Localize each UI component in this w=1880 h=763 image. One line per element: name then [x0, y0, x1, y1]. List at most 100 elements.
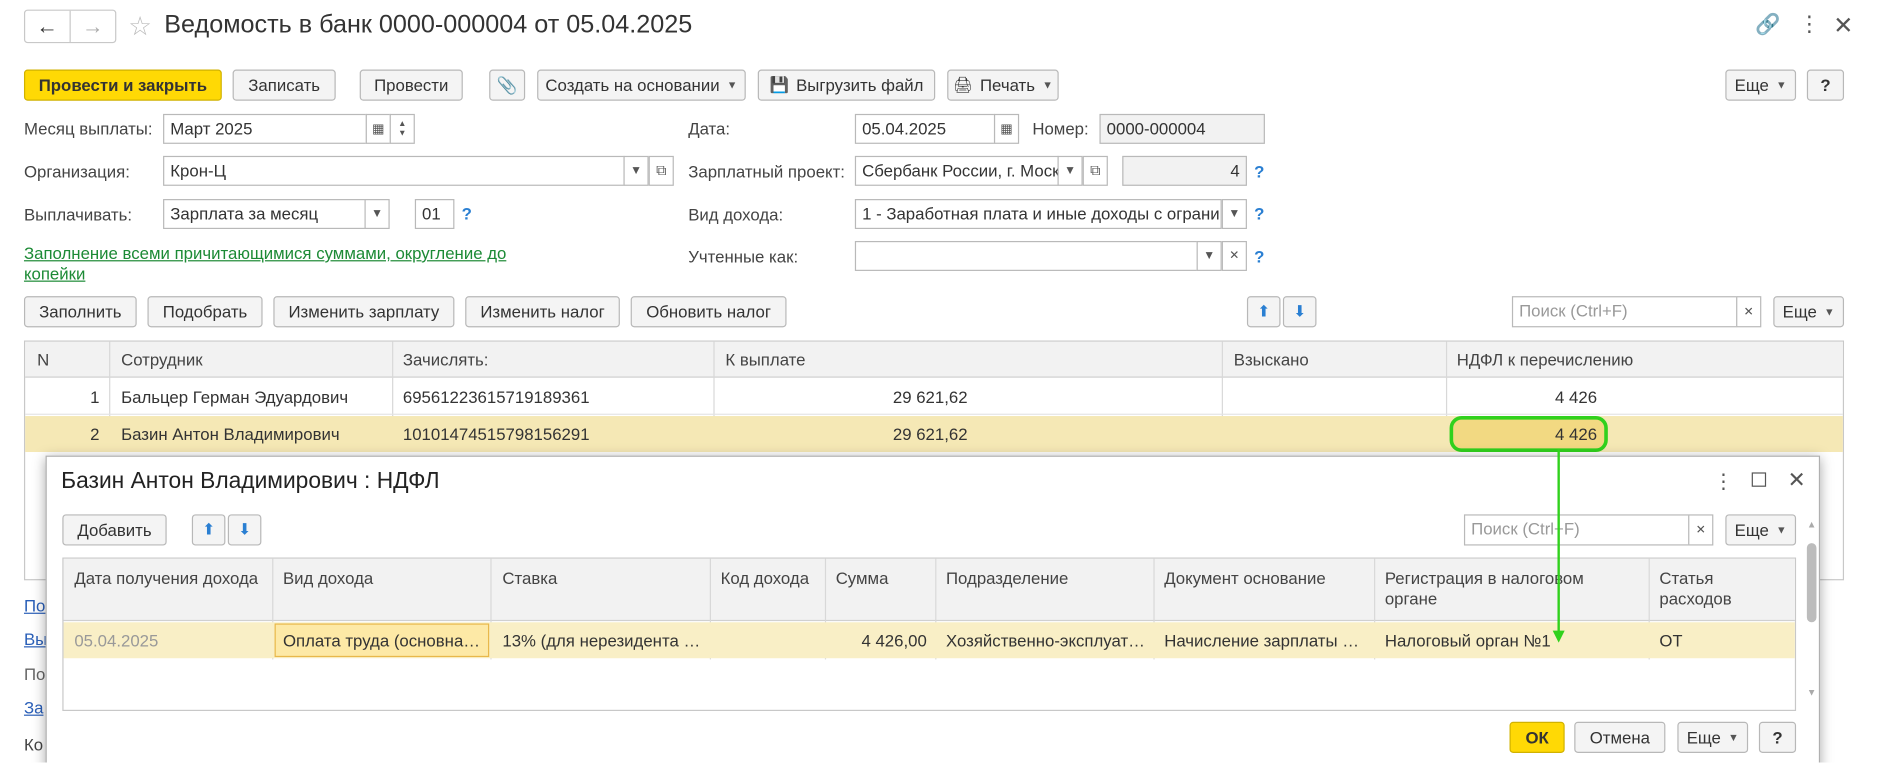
org-field[interactable]: Крон-Ц [163, 155, 625, 186]
income-dropdown[interactable]: ▼ [1221, 199, 1247, 230]
dcol-reg[interactable]: Регистрация в налоговом органе [1385, 568, 1613, 609]
project-open[interactable]: ⧉ [1082, 155, 1108, 186]
scroll-up-icon[interactable]: ▲ [1807, 519, 1816, 530]
printer-icon: 🖨 [953, 75, 973, 94]
dialog-search-input[interactable]: Поиск (Ctrl+F) [1463, 514, 1690, 546]
project-number-field[interactable]: 4 [1122, 155, 1247, 186]
dialog-move-up-button[interactable]: ⬆ [191, 514, 226, 546]
pay-dropdown[interactable]: ▼ [364, 199, 390, 230]
more-vert-icon[interactable]: ⋮ [1713, 470, 1733, 494]
pay-label: Выплачивать: [23, 205, 133, 225]
accounted-label: Учтенные как: [688, 246, 799, 267]
change-tax-button[interactable]: Изменить налог [465, 296, 620, 328]
export-file-button[interactable]: 💾 Выгрузить файл [757, 69, 936, 101]
dcol-doc[interactable]: Документ основание [1164, 568, 1326, 587]
more-button[interactable]: Еще ▼ [1725, 69, 1797, 101]
print-button[interactable]: 🖨 Печать ▼ [947, 69, 1059, 101]
forward-button[interactable]: → [70, 11, 115, 42]
calendar-button[interactable]: ▦ [365, 113, 391, 144]
table-more-button[interactable]: Еще ▼ [1773, 296, 1845, 328]
col-header-recovered[interactable]: Взыскано [1234, 350, 1309, 369]
link-icon[interactable]: 🔗 [1755, 13, 1780, 37]
table-row[interactable]: 1 Бальцер Герман Эдуардович 695612236157… [25, 379, 1843, 415]
open-icon: ⧉ [1090, 161, 1101, 179]
drow-kind: Оплата труда (основна… [282, 630, 481, 650]
left-link-1[interactable]: По [24, 596, 45, 615]
change-salary-button[interactable]: Изменить зарплату [273, 296, 455, 328]
select-button[interactable]: Подобрать [147, 296, 263, 328]
org-open[interactable]: ⧉ [648, 155, 674, 186]
date-calendar-button[interactable]: ▦ [993, 113, 1020, 144]
dcol-rate[interactable]: Ставка [502, 568, 557, 587]
dialog-close-icon[interactable]: ✕ [1788, 468, 1806, 493]
help-icon[interactable]: ? [1254, 204, 1264, 223]
dialog-row-selected[interactable]: 05.04.2025 Оплата труда (основна… 13% (д… [63, 622, 1795, 659]
back-button[interactable]: ← [25, 10, 71, 42]
scroll-down-icon[interactable]: ▼ [1807, 687, 1816, 698]
col-header-n[interactable]: N [37, 350, 49, 369]
fill-button[interactable]: Заполнить [23, 296, 137, 328]
help-button[interactable]: ? [1806, 69, 1845, 101]
table-search-input[interactable]: Поиск (Ctrl+F) [1511, 296, 1738, 328]
scroll-thumb[interactable] [1806, 543, 1817, 623]
maximize-icon[interactable] [1751, 472, 1767, 487]
accounted-dropdown[interactable]: ▼ [1196, 240, 1222, 271]
post-button[interactable]: Провести [359, 69, 463, 101]
dcol-code[interactable]: Код дохода [721, 568, 809, 587]
table-row-selected[interactable]: 2 Базин Антон Владимирович 1010147451579… [25, 416, 1843, 453]
scrollbar[interactable]: ▲ ▼ [1804, 519, 1818, 711]
dialog-more-button[interactable]: Еще ▼ [1725, 514, 1797, 546]
dcol-dept[interactable]: Подразделение [946, 568, 1068, 587]
create-based-button[interactable]: Создать на основании ▼ [537, 69, 746, 101]
left-link-2[interactable]: Вы [24, 629, 47, 648]
month-field[interactable]: Март 2025 [163, 113, 367, 144]
date-field[interactable]: 05.04.2025 [854, 113, 996, 144]
accounted-clear[interactable]: ✕ [1221, 240, 1247, 271]
col-header-pay[interactable]: К выплате [725, 350, 805, 369]
dcol-date[interactable]: Дата получения дохода [74, 568, 266, 587]
dialog-more-bottom-button[interactable]: Еще ▼ [1677, 721, 1749, 753]
help-icon[interactable]: ? [462, 204, 472, 223]
table-search-clear[interactable]: ✕ [1736, 296, 1762, 328]
add-button[interactable]: Добавить [62, 514, 167, 546]
update-tax-button[interactable]: Обновить налог [630, 296, 787, 328]
col-header-ndfl[interactable]: НДФЛ к перечислению [1457, 350, 1633, 369]
project-field[interactable]: Сбербанк России, г. Моск [854, 155, 1059, 186]
drow-date: 05.04.2025 [74, 630, 159, 650]
dialog-search-clear[interactable]: ✕ [1688, 514, 1714, 546]
pay-field[interactable]: Зарплата за месяц [163, 199, 367, 230]
date-label: Дата: [688, 118, 731, 138]
drow-reg: Налоговый орган №1 [1384, 630, 1551, 650]
move-up-button[interactable]: ⬆ [1246, 296, 1281, 328]
dcol-kind[interactable]: Вид дохода [283, 568, 373, 587]
post-and-close-button[interactable]: Провести и закрыть [23, 69, 222, 101]
save-button[interactable]: Записать [232, 69, 336, 101]
dcol-sum[interactable]: Сумма [836, 568, 889, 587]
ok-button[interactable]: ОК [1509, 721, 1565, 753]
fill-link[interactable]: Заполнение всеми причитающимися суммами,… [24, 243, 528, 284]
col-header-account[interactable]: Зачислять: [403, 350, 489, 369]
help-icon[interactable]: ? [1254, 162, 1264, 181]
cancel-button[interactable]: Отмена [1574, 721, 1666, 753]
dialog-help-button[interactable]: ? [1758, 721, 1797, 753]
more-vert-icon[interactable]: ⋮ [1798, 12, 1820, 37]
col-header-employee[interactable]: Сотрудник [121, 350, 203, 369]
row-employee: Бальцер Герман Эдуардович [121, 387, 349, 407]
org-dropdown[interactable]: ▼ [623, 155, 649, 186]
accounted-field[interactable] [854, 240, 1198, 271]
star-icon[interactable]: ☆ [128, 11, 152, 42]
month-stepper[interactable]: ▲ ▼ [389, 113, 415, 144]
number-field[interactable]: 0000-000004 [1099, 113, 1265, 144]
attach-button[interactable]: 📎 [489, 69, 526, 101]
project-dropdown[interactable]: ▼ [1057, 155, 1083, 186]
move-down-button[interactable]: ⬇ [1282, 296, 1317, 328]
pay-code-field[interactable]: 01 [414, 199, 455, 230]
income-field[interactable]: 1 - Заработная плата и иные доходы с огр… [854, 199, 1222, 230]
dcol-article[interactable]: Статья расходов [1659, 568, 1779, 609]
dialog-move-down-button[interactable]: ⬇ [227, 514, 262, 546]
close-icon[interactable]: ✕ [1833, 11, 1853, 41]
arrow-left-icon: ← [36, 13, 58, 38]
left-link-4[interactable]: За [24, 698, 43, 717]
org-label: Организация: [23, 161, 130, 182]
help-icon[interactable]: ? [1254, 247, 1264, 266]
